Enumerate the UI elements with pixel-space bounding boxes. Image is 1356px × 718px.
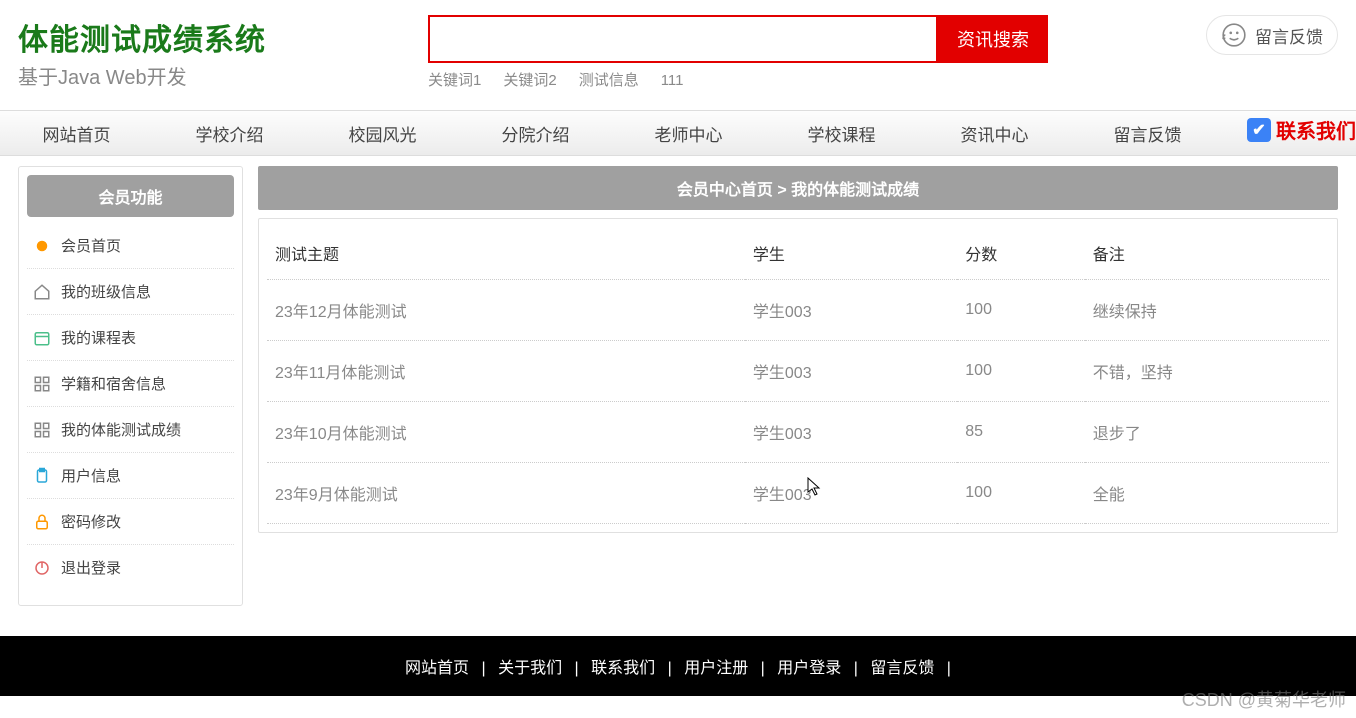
cell-remark: 退步了	[1085, 402, 1329, 463]
sidebar-item[interactable]: 会员首页	[27, 223, 234, 269]
home-icon	[33, 283, 51, 301]
cell-topic: 23年11月体能测试	[267, 341, 745, 402]
headset-icon	[1221, 22, 1247, 48]
check-icon: ✔	[1247, 118, 1271, 142]
keyword-link[interactable]: 111	[661, 72, 684, 89]
nav-item[interactable]: 网站首页	[0, 121, 153, 146]
nav-item[interactable]: 资讯中心	[918, 121, 1071, 146]
sidebar-item[interactable]: 我的体能测试成绩	[27, 407, 234, 453]
table-row: 23年10月体能测试学生00385退步了	[267, 402, 1329, 463]
sidebar-item-label: 我的体能测试成绩	[61, 419, 181, 440]
cell-topic: 23年9月体能测试	[267, 463, 745, 524]
lock-icon	[33, 513, 51, 531]
nav-item[interactable]: 分院介绍	[459, 121, 612, 146]
results-panel: 测试主题学生分数备注 23年12月体能测试学生003100继续保持23年11月体…	[258, 218, 1338, 533]
cell-score: 100	[957, 463, 1084, 524]
sidebar-item-label: 密码修改	[61, 511, 121, 532]
search-button[interactable]: 资讯搜索	[938, 15, 1048, 63]
contact-label: 联系我们	[1276, 115, 1356, 144]
table-row: 23年12月体能测试学生003100继续保持	[267, 280, 1329, 341]
table-row: 23年11月体能测试学生003100不错，坚持	[267, 341, 1329, 402]
sidebar-item[interactable]: 我的课程表	[27, 315, 234, 361]
search-keywords: 关键词1 关键词2 测试信息 111	[428, 69, 1058, 90]
cell-score: 100	[957, 280, 1084, 341]
table-row: 23年9月体能测试学生003100全能	[267, 463, 1329, 524]
footer-link[interactable]: 用户注册	[684, 660, 748, 677]
feedback-widget[interactable]: 留言反馈	[1206, 15, 1338, 55]
main-nav: 网站首页学校介绍校园风光分院介绍老师中心学校课程资讯中心留言反馈 ✔ 联系我们	[0, 110, 1356, 156]
nav-item[interactable]: 留言反馈	[1071, 121, 1224, 146]
cell-student: 学生003	[745, 402, 957, 463]
keyword-link[interactable]: 关键词1	[428, 72, 481, 89]
col-header: 学生	[745, 227, 957, 280]
nav-item[interactable]: 学校介绍	[153, 121, 306, 146]
sidebar-title: 会员功能	[27, 175, 234, 217]
nav-item[interactable]: 老师中心	[612, 121, 765, 146]
footer-link[interactable]: 留言反馈	[870, 660, 934, 677]
sidebar-item-label: 退出登录	[61, 557, 121, 578]
col-header: 测试主题	[267, 227, 745, 280]
cell-remark: 不错，坚持	[1085, 341, 1329, 402]
sidebar-item-label: 会员首页	[61, 235, 121, 256]
sidebar-item-label: 学籍和宿舍信息	[61, 373, 166, 394]
cell-student: 学生003	[745, 341, 957, 402]
sidebar-item[interactable]: 我的班级信息	[27, 269, 234, 315]
keyword-link[interactable]: 测试信息	[579, 72, 639, 89]
footer-link[interactable]: 关于我们	[498, 660, 562, 677]
power-icon	[33, 559, 51, 577]
cell-topic: 23年12月体能测试	[267, 280, 745, 341]
nav-item[interactable]: 校园风光	[306, 121, 459, 146]
col-header: 备注	[1085, 227, 1329, 280]
dot-orange-icon	[33, 237, 51, 255]
footer-link[interactable]: 联系我们	[591, 660, 655, 677]
footer-link[interactable]: 用户登录	[777, 660, 841, 677]
footer: 网站首页 | 关于我们 | 联系我们 | 用户注册 | 用户登录 | 留言反馈 …	[0, 636, 1356, 696]
sidebar-item[interactable]: 用户信息	[27, 453, 234, 499]
cell-remark: 全能	[1085, 463, 1329, 524]
sidebar-item[interactable]: 密码修改	[27, 499, 234, 545]
watermark: CSDN @黄菊华老师	[1182, 686, 1346, 712]
nav-item[interactable]: 学校课程	[765, 121, 918, 146]
sidebar-item-label: 我的课程表	[61, 327, 136, 348]
footer-link[interactable]: 网站首页	[405, 660, 469, 677]
cell-score: 100	[957, 341, 1084, 402]
member-sidebar: 会员功能 会员首页我的班级信息我的课程表学籍和宿舍信息我的体能测试成绩用户信息密…	[18, 166, 243, 606]
sidebar-item-label: 用户信息	[61, 465, 121, 486]
feedback-label: 留言反馈	[1255, 23, 1323, 48]
grid-icon	[33, 375, 51, 393]
sidebar-item[interactable]: 学籍和宿舍信息	[27, 361, 234, 407]
cell-remark: 继续保持	[1085, 280, 1329, 341]
clipboard-icon	[33, 467, 51, 485]
results-table: 测试主题学生分数备注 23年12月体能测试学生003100继续保持23年11月体…	[267, 227, 1329, 524]
cell-student: 学生003	[745, 463, 957, 524]
cell-topic: 23年10月体能测试	[267, 402, 745, 463]
cell-student: 学生003	[745, 280, 957, 341]
sidebar-item[interactable]: 退出登录	[27, 545, 234, 590]
breadcrumb: 会员中心首页 > 我的体能测试成绩	[258, 166, 1338, 210]
search-input[interactable]	[428, 15, 938, 63]
grid-icon	[33, 421, 51, 439]
sidebar-item-label: 我的班级信息	[61, 281, 151, 302]
site-subtitle: 基于Java Web开发	[18, 61, 428, 90]
keyword-link[interactable]: 关键词2	[503, 72, 556, 89]
col-header: 分数	[957, 227, 1084, 280]
site-title: 体能测试成绩系统	[18, 15, 428, 59]
cell-score: 85	[957, 402, 1084, 463]
contact-us-button[interactable]: ✔ 联系我们	[1247, 115, 1356, 144]
calendar-icon	[33, 329, 51, 347]
